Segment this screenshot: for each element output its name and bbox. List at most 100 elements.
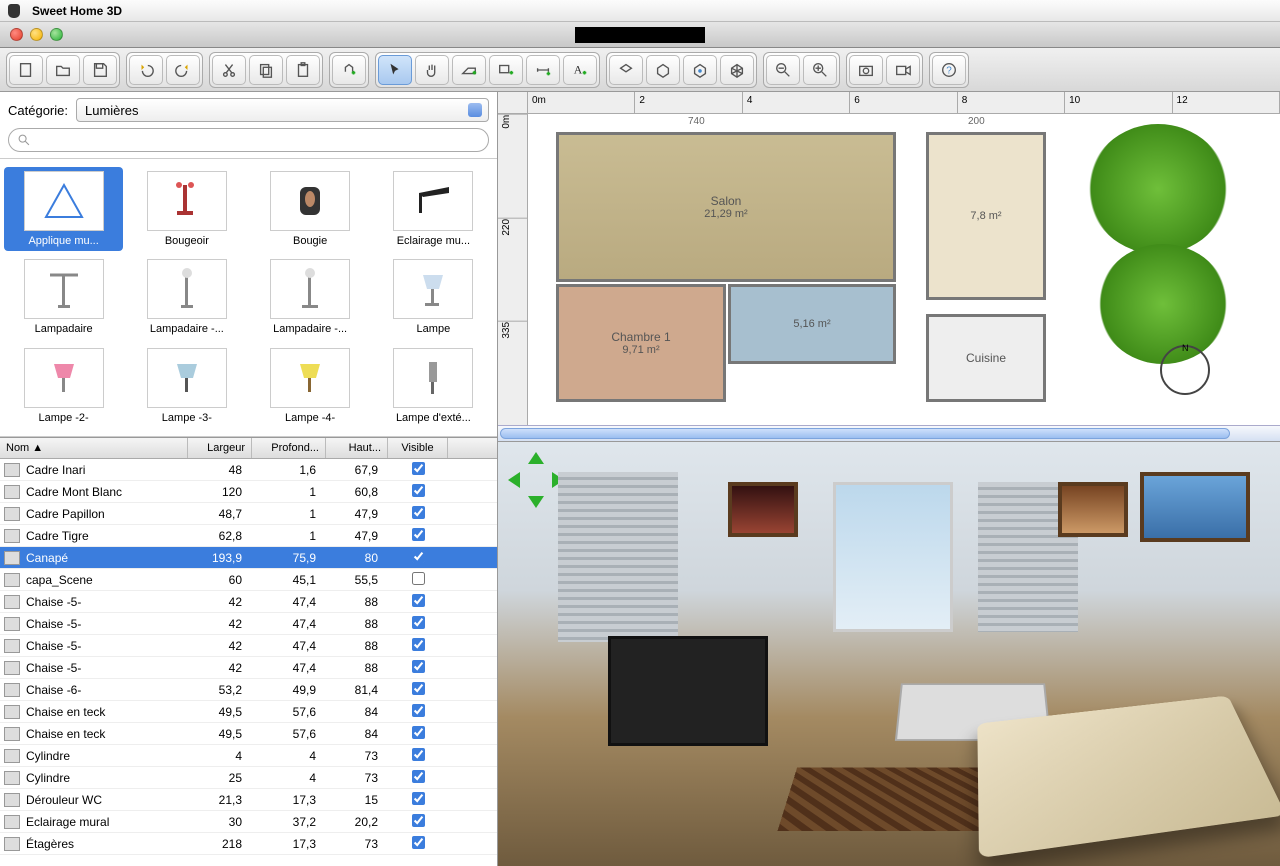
room-chambre[interactable]: Chambre 1 9,71 m² bbox=[556, 284, 726, 402]
catalog-item[interactable]: Bougie bbox=[251, 167, 370, 251]
apple-icon[interactable] bbox=[8, 4, 20, 18]
row-visible-checkbox[interactable] bbox=[412, 836, 425, 849]
row-visible-checkbox[interactable] bbox=[412, 616, 425, 629]
col-name[interactable]: Nom ▲ bbox=[0, 438, 188, 458]
plan-view[interactable]: 0m24681012 0m220335 740 200 385 Salon 21… bbox=[498, 92, 1280, 442]
catalog-item[interactable]: Lampe -4- bbox=[251, 344, 370, 428]
catalog-item[interactable]: Lampe -3- bbox=[127, 344, 246, 428]
row-visible-checkbox[interactable] bbox=[412, 748, 425, 761]
3d-top-button[interactable] bbox=[609, 55, 643, 85]
compass-icon[interactable] bbox=[1160, 345, 1210, 395]
table-row[interactable]: Eclairage mural3037,220,2 bbox=[0, 811, 497, 833]
tree-icon[interactable] bbox=[1098, 244, 1228, 364]
table-row[interactable]: Cylindre4473 bbox=[0, 745, 497, 767]
tree-icon[interactable] bbox=[1088, 124, 1228, 254]
table-row[interactable]: Étagères21817,373 bbox=[0, 833, 497, 855]
catalog-search-input[interactable] bbox=[37, 133, 480, 147]
zoom-out-button[interactable] bbox=[766, 55, 800, 85]
catalog-item[interactable]: Lampe bbox=[374, 255, 493, 339]
catalog-item[interactable]: Lampe -2- bbox=[4, 344, 123, 428]
table-row[interactable]: Chaise -5-4247,488 bbox=[0, 591, 497, 613]
table-row[interactable]: Canapé193,975,980 bbox=[0, 547, 497, 569]
catalog-item[interactable]: Lampadaire -... bbox=[251, 255, 370, 339]
app-name[interactable]: Sweet Home 3D bbox=[32, 4, 122, 18]
help-button[interactable]: ? bbox=[932, 55, 966, 85]
window-close-button[interactable] bbox=[10, 28, 23, 41]
table-header[interactable]: Nom ▲ Largeur Profond... Haut... Visible bbox=[0, 438, 497, 459]
row-visible-checkbox[interactable] bbox=[412, 792, 425, 805]
table-row[interactable]: Cadre Mont Blanc120160,8 bbox=[0, 481, 497, 503]
select-tool[interactable] bbox=[378, 55, 412, 85]
pan-tool[interactable] bbox=[415, 55, 449, 85]
col-visible[interactable]: Visible bbox=[388, 438, 448, 458]
cut-button[interactable] bbox=[212, 55, 246, 85]
row-visible-checkbox[interactable] bbox=[412, 638, 425, 651]
table-row[interactable]: Cadre Inari481,667,9 bbox=[0, 459, 497, 481]
window-zoom-button[interactable] bbox=[50, 28, 63, 41]
table-row[interactable]: Dérouleur WC21,317,315 bbox=[0, 789, 497, 811]
nav-left-icon[interactable] bbox=[508, 472, 520, 488]
copy-button[interactable] bbox=[249, 55, 283, 85]
save-button[interactable] bbox=[83, 55, 117, 85]
undo-button[interactable] bbox=[129, 55, 163, 85]
table-row[interactable]: capa_Scene6045,155,5 bbox=[0, 569, 497, 591]
photo-button[interactable] bbox=[849, 55, 883, 85]
table-row[interactable]: Chaise -5-4247,488 bbox=[0, 657, 497, 679]
plan-scrollbar-horizontal[interactable] bbox=[498, 425, 1280, 441]
room-terrace[interactable]: 7,8 m² bbox=[926, 132, 1046, 300]
room-tool[interactable] bbox=[489, 55, 523, 85]
table-row[interactable]: Cadre Tigre62,8147,9 bbox=[0, 525, 497, 547]
room-cuisine[interactable]: Cuisine bbox=[926, 314, 1046, 402]
row-visible-checkbox[interactable] bbox=[412, 550, 425, 563]
paste-button[interactable] bbox=[286, 55, 320, 85]
col-depth[interactable]: Profond... bbox=[252, 438, 326, 458]
table-row[interactable]: Cylindre25473 bbox=[0, 767, 497, 789]
plan-canvas[interactable]: 740 200 385 Salon 21,29 m² Chambre 1 9,7… bbox=[528, 114, 1280, 425]
video-button[interactable] bbox=[886, 55, 920, 85]
redo-button[interactable] bbox=[166, 55, 200, 85]
room-salon[interactable]: Salon 21,29 m² bbox=[556, 132, 896, 282]
table-row[interactable]: Chaise en teck49,557,684 bbox=[0, 701, 497, 723]
row-visible-checkbox[interactable] bbox=[412, 660, 425, 673]
zoom-in-button[interactable] bbox=[803, 55, 837, 85]
row-visible-checkbox[interactable] bbox=[412, 594, 425, 607]
row-visible-checkbox[interactable] bbox=[412, 528, 425, 541]
catalog-search[interactable] bbox=[8, 128, 489, 152]
category-select[interactable]: Lumières bbox=[76, 98, 489, 122]
table-row[interactable]: Chaise en teck49,557,684 bbox=[0, 723, 497, 745]
row-visible-checkbox[interactable] bbox=[412, 462, 425, 475]
text-tool[interactable]: A bbox=[563, 55, 597, 85]
row-visible-checkbox[interactable] bbox=[412, 814, 425, 827]
room-bath[interactable]: 5,16 m² bbox=[728, 284, 896, 364]
3d-view[interactable] bbox=[498, 442, 1280, 866]
window-minimize-button[interactable] bbox=[30, 28, 43, 41]
add-furniture-button[interactable] bbox=[332, 55, 366, 85]
row-visible-checkbox[interactable] bbox=[412, 704, 425, 717]
catalog-item[interactable]: Applique mu... bbox=[4, 167, 123, 251]
nav-up-icon[interactable] bbox=[528, 452, 544, 464]
catalog-item[interactable]: Lampadaire -... bbox=[127, 255, 246, 339]
row-visible-checkbox[interactable] bbox=[412, 770, 425, 783]
dimension-tool[interactable] bbox=[526, 55, 560, 85]
table-row[interactable]: Chaise -5-4247,488 bbox=[0, 613, 497, 635]
row-visible-checkbox[interactable] bbox=[412, 726, 425, 739]
table-row[interactable]: Cadre Papillon48,7147,9 bbox=[0, 503, 497, 525]
nav-down-icon[interactable] bbox=[528, 496, 544, 508]
row-visible-checkbox[interactable] bbox=[412, 572, 425, 585]
table-row[interactable]: Chaise -6-53,249,981,4 bbox=[0, 679, 497, 701]
row-visible-checkbox[interactable] bbox=[412, 484, 425, 497]
row-visible-checkbox[interactable] bbox=[412, 506, 425, 519]
catalog-item[interactable]: Eclairage mu... bbox=[374, 167, 493, 251]
col-height[interactable]: Haut... bbox=[326, 438, 388, 458]
new-button[interactable] bbox=[9, 55, 43, 85]
catalog-item[interactable]: Lampadaire bbox=[4, 255, 123, 339]
col-width[interactable]: Largeur bbox=[188, 438, 252, 458]
row-visible-checkbox[interactable] bbox=[412, 682, 425, 695]
3d-modify-button[interactable] bbox=[720, 55, 754, 85]
table-row[interactable]: Chaise -5-4247,488 bbox=[0, 635, 497, 657]
catalog-item[interactable]: Lampe d'exté... bbox=[374, 344, 493, 428]
3d-visit-button[interactable] bbox=[683, 55, 717, 85]
catalog-item[interactable]: Bougeoir bbox=[127, 167, 246, 251]
wall-tool[interactable] bbox=[452, 55, 486, 85]
3d-front-button[interactable] bbox=[646, 55, 680, 85]
